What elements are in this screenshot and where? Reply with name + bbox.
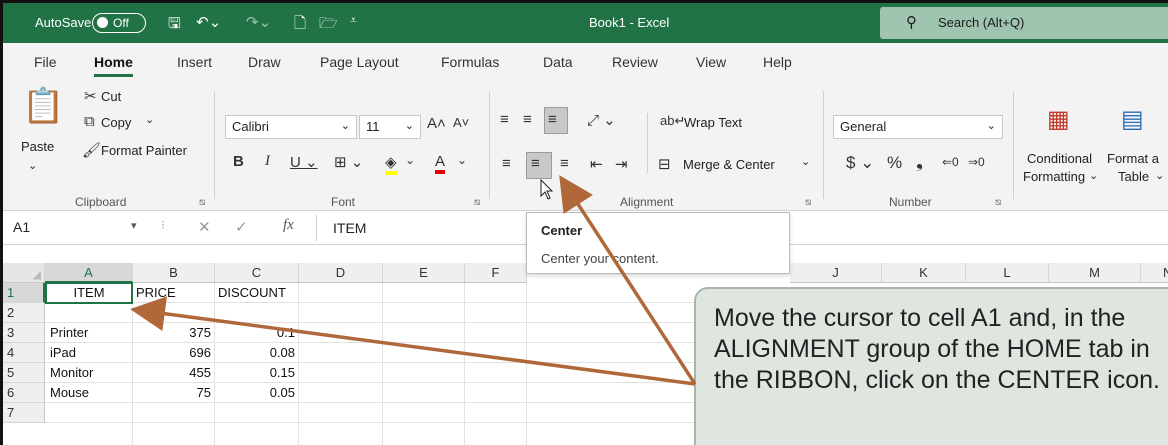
excel-window: AutoSave Off 🖫 ↶⌄ ↷⌄ 🗋 🗁 ⩡ Book1 - Excel…: [0, 0, 1168, 445]
annotation-arrows: [130, 175, 697, 386]
arrow-to-cell-a1: [130, 296, 696, 386]
arrow-to-center-icon: [559, 175, 697, 385]
